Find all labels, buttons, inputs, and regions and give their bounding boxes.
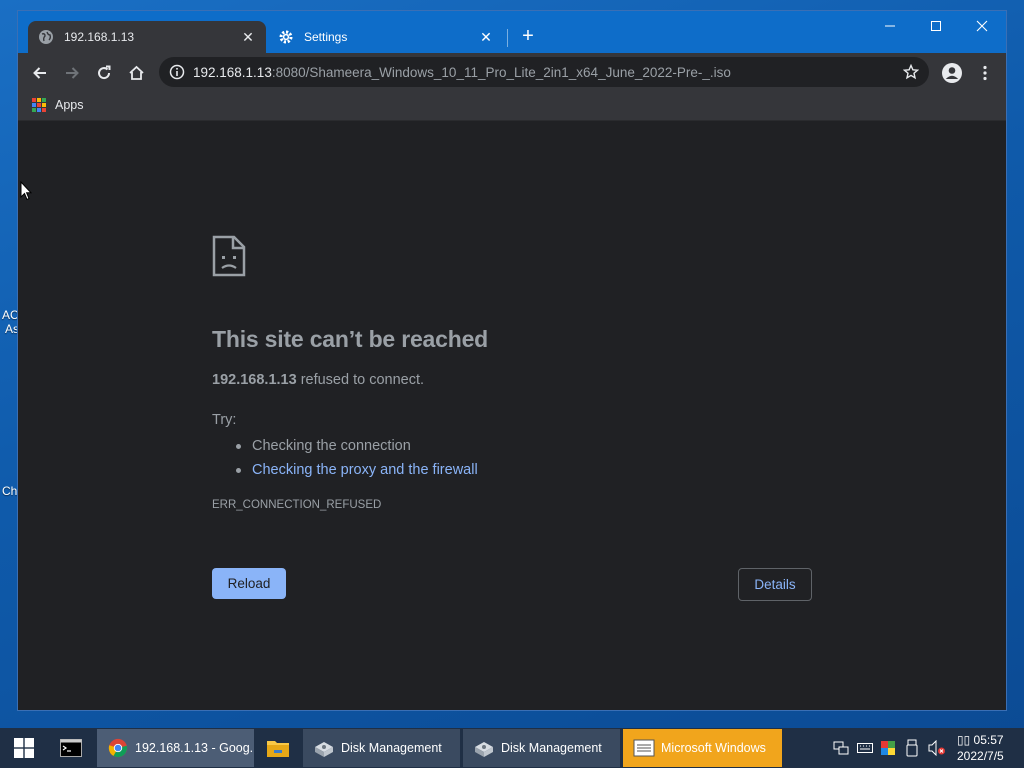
globe-icon [38,29,54,45]
maximize-icon [931,21,941,31]
taskbar-microsoft-windows-button[interactable]: Microsoft Windows [623,729,782,767]
apps-label: Apps [55,98,84,112]
home-icon [128,65,144,80]
close-window-button[interactable] [959,11,1005,41]
taskbar-microsoft-windows-label: Microsoft Windows [661,741,766,755]
back-button[interactable] [26,59,54,87]
clock-date: 2022/7/5 [957,749,1004,763]
home-button[interactable] [122,59,150,87]
new-tab-button[interactable]: + [516,25,540,49]
display-tray-button[interactable] [880,728,896,768]
apps-shortcut[interactable]: Apps [32,98,84,112]
close-tab-icon[interactable]: ✕ [478,29,494,45]
tab-title: Settings [304,30,348,44]
usb-drive-icon [906,739,918,757]
details-button[interactable]: Details [738,568,812,601]
profile-button[interactable] [938,59,966,87]
network-tray-button[interactable] [833,728,849,768]
windows-logo-icon [14,738,34,758]
maximize-button[interactable] [913,11,959,41]
site-info-icon[interactable] [169,64,185,80]
desktop-icon-label-ch[interactable]: Ch [2,484,17,498]
bookmarks-bar: Apps [18,91,1006,121]
forward-button[interactable] [58,59,86,87]
window-list-icon [633,739,655,757]
taskbar-terminal-button[interactable] [60,728,82,768]
sad-page-icon [212,235,246,277]
back-arrow-icon [33,67,46,79]
volume-tray-button[interactable] [928,728,946,768]
usb-tray-button[interactable] [906,728,918,768]
tab-settings[interactable]: Settings ✕ [268,21,504,53]
suggestion-list: Checking the connection Checking the pro… [236,434,478,482]
browser-toolbar: 192.168.1.13:8080/Shameera_Windows_10_11… [18,53,1006,91]
suggestion-check-connection: Checking the connection [236,434,478,458]
address-bar[interactable]: 192.168.1.13:8080/Shameera_Windows_10_11… [159,57,929,87]
browser-window: 192.168.1.13 ✕ Settings ✕ + 192.168.1.13… [17,10,1007,711]
error-host: 192.168.1.13 [212,372,297,388]
account-icon [942,63,962,83]
error-code: ERR_CONNECTION_REFUSED [212,499,382,511]
start-button[interactable] [0,728,48,768]
gear-icon [278,29,294,45]
color-display-icon [881,741,895,755]
mouse-cursor-icon [20,181,32,201]
bookmark-star-icon[interactable] [903,64,919,80]
error-description: 192.168.1.13 refused to connect. [212,372,424,388]
chrome-icon [108,738,128,758]
minimize-icon [885,25,895,27]
menu-button[interactable] [971,59,999,87]
try-label: Try: [212,412,237,428]
tab-192-168-1-13[interactable]: 192.168.1.13 ✕ [28,21,266,53]
disk-management-icon [315,742,333,757]
taskbar-disk-management-label: Disk Management [341,741,442,755]
url-path: :8080/Shameera_Windows_10_11_Pro_Lite_2i… [271,64,731,80]
error-page: This site can’t be reached 192.168.1.13 … [18,122,1006,710]
refresh-icon [98,65,111,80]
close-icon [976,20,988,32]
tab-title: 192.168.1.13 [64,30,135,44]
taskbar-disk-management-button-1[interactable]: Disk Management [303,729,460,767]
taskbar-file-explorer-button[interactable] [266,728,290,768]
close-tab-icon[interactable]: ✕ [240,29,256,45]
keyboard-tray-button[interactable] [857,728,873,768]
apps-grid-icon [32,98,46,112]
tab-strip: 192.168.1.13 ✕ Settings ✕ + [18,11,1006,53]
three-dots-icon [983,65,987,81]
clock-time: ▯▯ 05:57 [957,733,1004,747]
minimize-button[interactable] [867,11,913,41]
url-host: 192.168.1.13 [193,64,272,80]
suggestion-proxy-firewall-link[interactable]: Checking the proxy and the firewall [236,458,478,482]
folder-icon [267,741,289,757]
system-clock[interactable]: ▯▯ 05:57 2022/7/5 [957,732,1004,764]
network-icon [833,741,849,755]
taskbar: 192.168.1.13 - Goog... Disk Management D… [0,728,1024,768]
forward-arrow-icon [66,67,79,79]
command-prompt-icon [60,739,82,757]
taskbar-disk-management-button-2[interactable]: Disk Management [463,729,620,767]
error-desc-suffix: refused to connect. [296,372,425,388]
reload-toolbar-button[interactable] [90,59,118,87]
keyboard-icon [857,743,873,753]
taskbar-chrome-label: 192.168.1.13 - Goog... [135,741,254,755]
reload-button[interactable]: Reload [212,568,286,599]
tab-divider [507,29,508,47]
taskbar-disk-management-label: Disk Management [501,741,602,755]
disk-management-icon [475,742,493,757]
error-title: This site can’t be reached [212,326,489,352]
taskbar-chrome-button[interactable]: 192.168.1.13 - Goog... [97,729,254,767]
speaker-muted-icon [928,740,945,756]
